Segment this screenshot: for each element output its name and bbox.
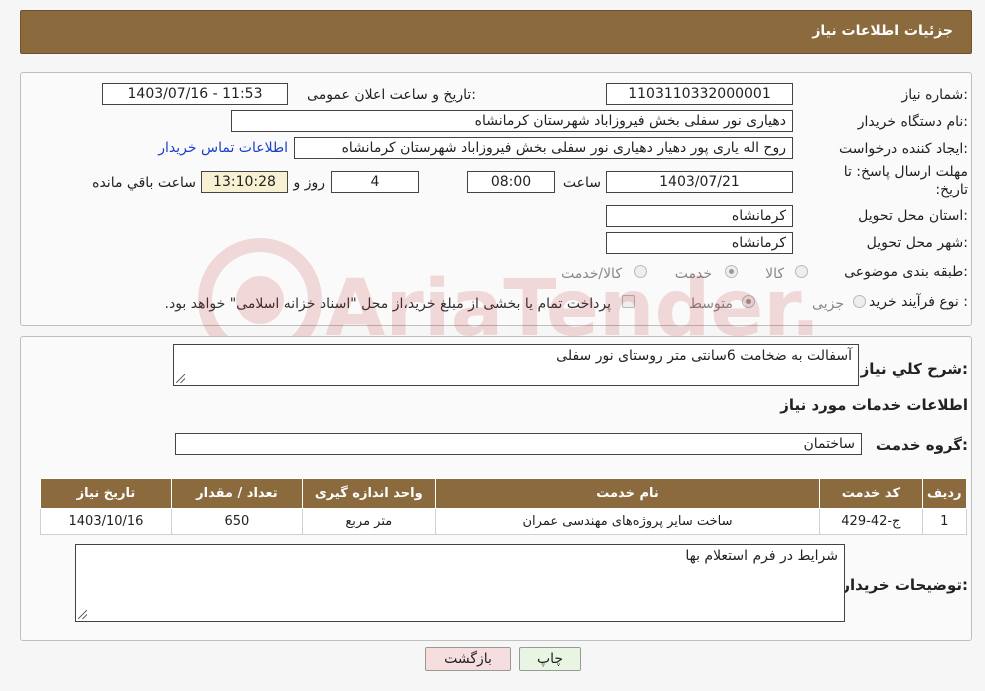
- deadline-time-label: ساعت: [562, 175, 601, 191]
- back-button[interactable]: بازگشت: [425, 647, 511, 671]
- cell-service-code: ج-42-429: [819, 508, 923, 535]
- services-section-title: اطلاعات خدمات مورد نياز: [780, 396, 968, 414]
- province-label: استان محل تحویل:: [858, 208, 968, 224]
- category-option-goods-label: کالا: [765, 266, 784, 282]
- col-row: ردیف: [921, 478, 967, 509]
- category-label: طبقه بندی موضوعی:: [844, 264, 968, 280]
- process-option-medium-label: متوسط: [689, 296, 733, 312]
- category-option-both-label: کالا/خدمت: [561, 266, 622, 282]
- page-title: جزئیات اطلاعات نیاز: [812, 23, 953, 39]
- deadline-time-field: 08:00: [467, 171, 555, 193]
- buyer-field: دهیاری نور سفلی بخش فیروزاباد شهرستان کر…: [231, 110, 793, 132]
- buyer-notes-value: شرایط در فرم استعلام بها: [685, 548, 838, 564]
- table-row: 1 ج-42-429 ساخت سایر پروژه‌های مهندسی عم…: [40, 508, 967, 535]
- table-header-row: ردیف کد خدمت نام خدمت واحد اندازه گیری ت…: [40, 478, 967, 509]
- remaining-time-field: 13:10:28: [201, 171, 288, 193]
- page-header: جزئیات اطلاعات نیاز: [20, 10, 972, 54]
- deadline-date-field: 1403/07/21: [606, 171, 793, 193]
- buyer-notes-textarea[interactable]: شرایط در فرم استعلام بها: [75, 544, 845, 622]
- cell-quantity: 650: [170, 508, 303, 535]
- category-service-radio[interactable]: [725, 265, 738, 278]
- process-medium-radio[interactable]: [742, 295, 755, 308]
- cell-need-date: 1403/10/16: [40, 508, 172, 535]
- process-option-minor-label: جزیی: [812, 296, 844, 312]
- city-label: شهر محل تحویل:: [866, 235, 968, 251]
- deadline-label: مهلت ارسال پاسخ: تا تاریخ:: [843, 164, 968, 198]
- days-label: روز و: [293, 175, 326, 191]
- buyer-label: نام دستگاه خریدار:: [857, 114, 968, 130]
- col-need-date: تاریخ نیاز: [40, 478, 172, 509]
- city-field: کرمانشاه: [606, 232, 793, 254]
- col-service-code: کد خدمت: [819, 478, 923, 509]
- cell-unit: متر مربع: [301, 508, 436, 535]
- summary-value: آسفالت به ضخامت 6سانتی متر روستای نور سف…: [556, 348, 852, 364]
- summary-label: شرح كلي نياز:: [860, 360, 968, 378]
- resize-grip-icon[interactable]: [176, 374, 185, 383]
- creator-label: ایجاد کننده درخواست:: [839, 141, 968, 157]
- buyer-notes-label: توضیحات خریدار:: [841, 576, 968, 594]
- col-quantity: تعداد / مقدار: [170, 478, 303, 509]
- creator-field: روح اله یاری پور دهیار دهیاری نور سفلی ب…: [294, 137, 793, 159]
- category-goods-radio[interactable]: [795, 265, 808, 278]
- col-unit: واحد اندازه گیری: [301, 478, 436, 509]
- cell-service-name: ساخت سایر پروژه‌های مهندسی عمران: [434, 508, 821, 535]
- print-button[interactable]: چاپ: [519, 647, 581, 671]
- services-table: ردیف کد خدمت نام خدمت واحد اندازه گیری ت…: [40, 478, 967, 535]
- col-service-name: نام خدمت: [434, 478, 821, 509]
- announce-date-field: 1403/07/16 - 11:53: [102, 83, 288, 105]
- remaining-time-label: ساعت باقي مانده: [92, 175, 196, 191]
- announce-date-label: تاریخ و ساعت اعلان عمومی:: [307, 87, 476, 103]
- category-option-service-label: خدمت: [674, 266, 712, 282]
- treasury-payment-note: پرداخت تمام یا بخشی از مبلغ خرید،از محل …: [164, 296, 611, 312]
- process-minor-radio[interactable]: [853, 295, 866, 308]
- service-group-field: ساختمان: [175, 433, 862, 455]
- cell-row: 1: [921, 508, 967, 535]
- category-both-radio[interactable]: [634, 265, 647, 278]
- need-number-field: 1103110332000001: [606, 83, 793, 105]
- treasury-payment-checkbox[interactable]: [622, 295, 635, 308]
- need-number-label: شماره نیاز:: [901, 87, 968, 103]
- days-remaining-field: 4: [331, 171, 419, 193]
- service-group-label: گروه خدمت:: [875, 436, 968, 454]
- summary-textarea[interactable]: آسفالت به ضخامت 6سانتی متر روستای نور سف…: [173, 344, 859, 386]
- process-label: نوع فرآیند خرید :: [869, 294, 968, 310]
- buyer-contact-link[interactable]: اطلاعات تماس خریدار: [158, 140, 288, 156]
- province-field: کرمانشاه: [606, 205, 793, 227]
- resize-grip-icon[interactable]: [78, 610, 87, 619]
